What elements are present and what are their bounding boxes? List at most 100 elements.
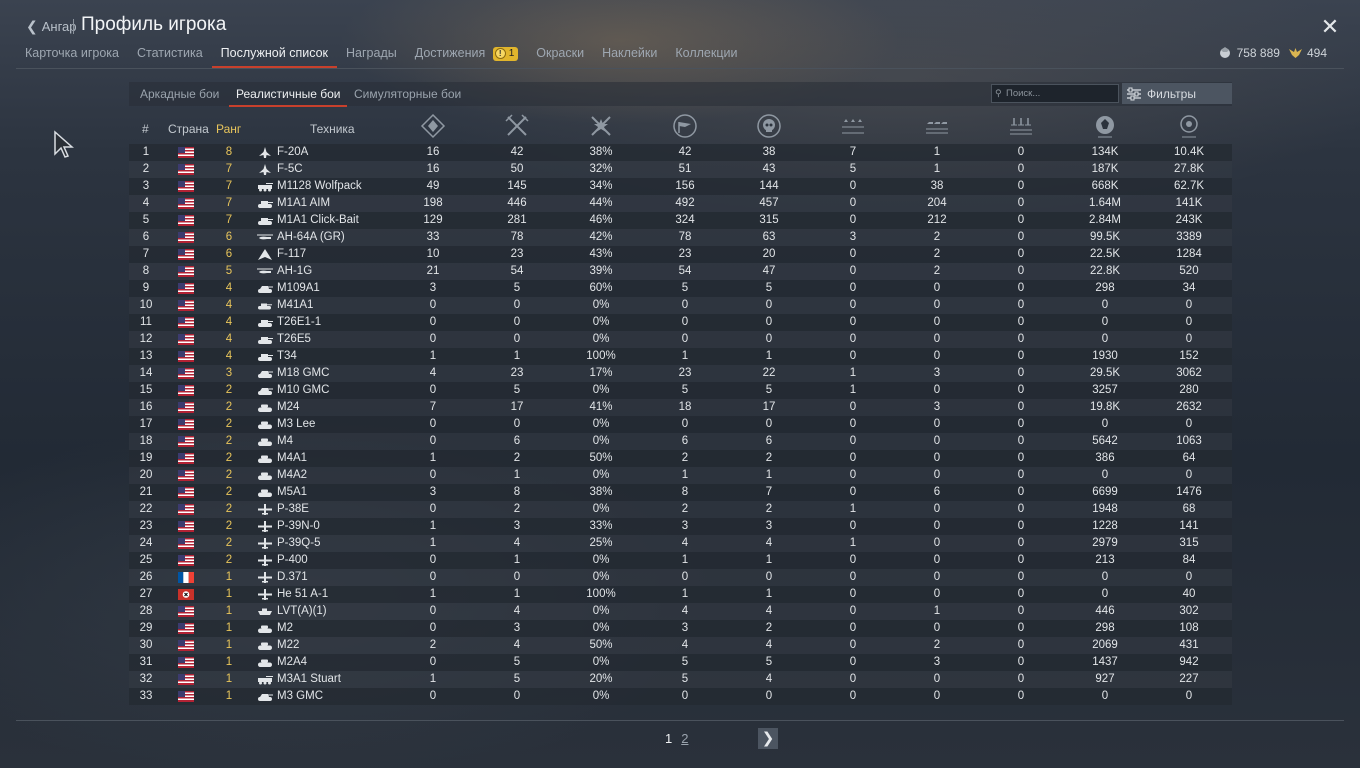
row-stat-3: 38% xyxy=(589,146,613,158)
header-num[interactable]: # xyxy=(142,122,149,136)
search-icon: ⚲ xyxy=(995,88,1002,98)
usa-flag-icon xyxy=(178,147,194,158)
table-row[interactable]: 22 2 P-38E 0 2 0% 2 2 1 0 0 1948 68 xyxy=(129,501,1232,518)
header-vehicle[interactable]: Техника xyxy=(310,122,355,136)
row-stat-4: 6 xyxy=(681,435,689,447)
table-row[interactable]: 8 5 AH-1G 21 54 39% 54 47 0 2 0 22.8K 520 xyxy=(129,263,1232,280)
filters-button[interactable]: Фильтры xyxy=(1122,83,1232,104)
table-row[interactable]: 17 2 M3 Lee 0 0 0% 0 0 0 0 0 0 0 xyxy=(129,416,1232,433)
back-to-hangar-button[interactable]: ❮ Ангар xyxy=(26,18,77,35)
table-row[interactable]: 24 2 P-39Q-5 1 4 25% 4 4 1 0 0 2979 315 xyxy=(129,535,1232,552)
page-1[interactable]: 1 xyxy=(665,731,672,746)
table-row[interactable]: 27 1 He 51 A-1 1 1 100% 1 1 0 0 0 0 40 xyxy=(129,586,1232,603)
jet-vehicle-icon xyxy=(259,164,271,175)
victories-icon[interactable] xyxy=(588,113,614,139)
battles-icon[interactable] xyxy=(420,113,446,139)
table-row[interactable]: 26 1 D.371 0 0 0% 0 0 0 0 0 0 0 xyxy=(129,569,1232,586)
table-row[interactable]: 21 2 M5A1 3 8 38% 8 7 0 6 0 6699 1476 xyxy=(129,484,1232,501)
air-kills-icon[interactable] xyxy=(840,113,866,139)
table-row[interactable]: 9 4 M109A1 3 5 60% 5 5 0 0 0 298 34 xyxy=(129,280,1232,297)
row-stat-7: 0 xyxy=(933,588,941,600)
table-row[interactable]: 31 1 M2A4 0 5 0% 5 5 0 3 0 1437 942 xyxy=(129,654,1232,671)
deaths-skull-icon[interactable] xyxy=(756,113,782,139)
row-stat-10: 0 xyxy=(1185,469,1193,481)
row-stat-2: 0 xyxy=(513,418,521,430)
exclamation-icon: ! xyxy=(494,48,506,59)
tab-collections[interactable]: Коллекции xyxy=(666,42,746,68)
close-icon[interactable]: ✕ xyxy=(1319,16,1341,38)
table-row[interactable]: 25 2 P-400 0 1 0% 1 1 0 0 0 213 84 xyxy=(129,552,1232,569)
ground-kills-icon[interactable] xyxy=(924,113,950,139)
table-row[interactable]: 20 2 M4A2 0 1 0% 1 1 0 0 0 0 0 xyxy=(129,467,1232,484)
table-row[interactable]: 4 7 M1A1 AIM 198 446 44% 492 457 0 204 0 1.64M 141K xyxy=(129,195,1232,212)
row-stat-6: 0 xyxy=(849,265,857,277)
tank-vehicle-icon xyxy=(258,201,273,208)
next-page-button[interactable]: ❯ xyxy=(758,728,778,749)
table-row[interactable]: 28 1 LVT(A)(1) 0 4 0% 4 4 0 1 0 446 302 xyxy=(129,603,1232,620)
table-row[interactable]: 29 1 M2 0 3 0% 3 2 0 0 0 298 108 xyxy=(129,620,1232,637)
activity-icon[interactable] xyxy=(1092,113,1118,139)
row-rank: 4 xyxy=(225,282,233,294)
table-row[interactable]: 6 6 AH-64A (GR) 33 78 42% 78 63 3 2 0 99.5K 3389 xyxy=(129,229,1232,246)
row-rank: 2 xyxy=(225,469,233,481)
respawns-flag-icon[interactable] xyxy=(672,113,698,139)
table-row[interactable]: 2 7 F-5C 16 50 32% 51 43 5 1 0 187K 27.8K xyxy=(129,161,1232,178)
row-stat-5: 4 xyxy=(765,639,773,651)
tab-awards[interactable]: Награды xyxy=(337,42,406,68)
tab-realistic-battles[interactable]: Реалистичные бои xyxy=(229,87,346,107)
table-row[interactable]: 19 2 M4A1 1 2 50% 2 2 0 0 0 386 64 xyxy=(129,450,1232,467)
table-row[interactable]: 12 4 T26E5 0 0 0% 0 0 0 0 0 0 0 xyxy=(129,331,1232,348)
medium-vehicle-icon xyxy=(258,421,272,429)
row-stat-9: 1948 xyxy=(1092,503,1118,515)
usa-flag-icon xyxy=(178,334,194,345)
header-rank[interactable]: Ранг xyxy=(216,122,241,136)
heli-vehicle-icon xyxy=(257,268,273,274)
row-stat-1: 33 xyxy=(426,231,440,243)
row-stat-9: 0 xyxy=(1101,588,1109,600)
page-2[interactable]: 2 xyxy=(681,731,688,746)
table-row[interactable]: 16 2 M24 7 17 41% 18 17 0 3 0 19.8K 2632 xyxy=(129,399,1232,416)
tab-arcade-battles[interactable]: Аркадные бои xyxy=(140,87,219,101)
row-stat-7: 0 xyxy=(933,350,941,362)
table-row[interactable]: 23 2 P-39N-0 1 3 33% 3 3 0 0 0 1228 141 xyxy=(129,518,1232,535)
table-row[interactable]: 13 4 T34 1 1 100% 1 1 0 0 0 1930 152 xyxy=(129,348,1232,365)
table-row[interactable]: 3 7 M1128 Wolfpack 49 145 34% 156 144 0 38 0 668K 62… xyxy=(129,178,1232,195)
tab-decals[interactable]: Наклейки xyxy=(593,42,666,68)
row-number: 22 xyxy=(139,503,153,515)
tab-statistics[interactable]: Статистика xyxy=(128,42,212,68)
row-number: 23 xyxy=(139,520,153,532)
table-row[interactable]: 10 4 M41A1 0 0 0% 0 0 0 0 0 0 0 xyxy=(129,297,1232,314)
tab-service-record[interactable]: Послужной список xyxy=(211,42,338,68)
row-stat-5: 0 xyxy=(765,418,773,430)
jet-vehicle-icon xyxy=(259,147,271,158)
tab-achievements[interactable]: Достижения ! 1 xyxy=(406,42,528,68)
game-mode-tabs: Аркадные бои Реалистичные бои Симуляторн… xyxy=(129,82,1232,107)
tab-player-card[interactable]: Карточка игрока xyxy=(16,42,128,68)
search-input[interactable] xyxy=(991,84,1119,103)
usa-flag-icon xyxy=(178,538,194,549)
table-row[interactable]: 5 7 M1A1 Click-Bait 129 281 46% 324 315 0 212 0 2.8… xyxy=(129,212,1232,229)
crossed-swords-icon[interactable] xyxy=(504,113,530,139)
row-stat-1: 0 xyxy=(429,503,437,515)
row-stat-8: 0 xyxy=(1017,282,1025,294)
tab-simulator-battles[interactable]: Симуляторные бои xyxy=(354,87,461,101)
table-row[interactable]: 33 1 M3 GMC 0 0 0% 0 0 0 0 0 0 0 xyxy=(129,688,1232,705)
row-stat-6: 0 xyxy=(849,588,857,600)
table-row[interactable]: 18 2 M4 0 6 0% 6 6 0 0 0 5642 1063 xyxy=(129,433,1232,450)
medium-vehicle-icon xyxy=(258,455,272,463)
row-stat-4: 4 xyxy=(681,537,689,549)
table-row[interactable]: 15 2 M10 GMC 0 5 0% 5 5 1 0 0 3257 280 xyxy=(129,382,1232,399)
research-points-icon[interactable] xyxy=(1176,113,1202,139)
table-row[interactable]: 1 8 F-20A 16 42 38% 42 38 7 1 0 134K 10.4K xyxy=(129,144,1232,161)
table-row[interactable]: 14 3 M18 GMC 4 23 17% 23 22 1 3 0 29.5K 3062 xyxy=(129,365,1232,382)
header-country[interactable]: Страна xyxy=(168,122,209,136)
table-row[interactable]: 11 4 T26E1-1 0 0 0% 0 0 0 0 0 0 0 xyxy=(129,314,1232,331)
table-row[interactable]: 32 1 M3A1 Stuart 1 5 20% 5 4 0 0 0 927 227 xyxy=(129,671,1232,688)
heli-vehicle-icon xyxy=(257,234,273,240)
table-row[interactable]: 30 1 M22 2 4 50% 4 4 0 2 0 2069 431 xyxy=(129,637,1232,654)
tab-camouflages[interactable]: Окраски xyxy=(527,42,593,68)
naval-kills-icon[interactable] xyxy=(1008,113,1034,139)
table-row[interactable]: 7 6 F-117 10 23 43% 23 20 0 2 0 22.5K 1284 xyxy=(129,246,1232,263)
medium-vehicle-icon xyxy=(258,659,272,667)
row-number: 29 xyxy=(139,622,153,634)
